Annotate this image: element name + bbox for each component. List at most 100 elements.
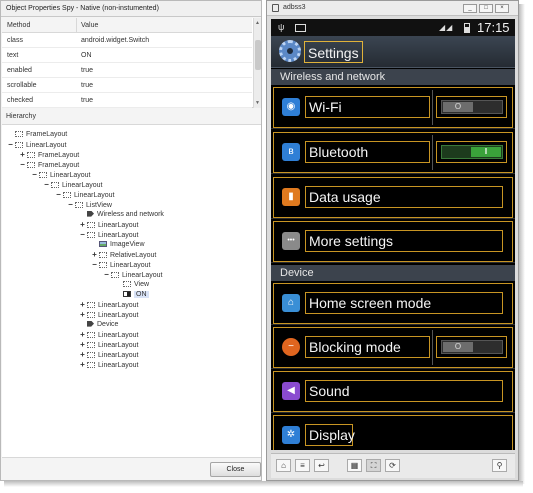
tree-node[interactable]: Device [79,320,118,330]
property-row[interactable]: class android.widget.Switch [2,33,252,48]
expand-icon[interactable]: + [79,340,86,350]
collapse-icon[interactable]: − [67,200,74,210]
scroll-up-icon[interactable]: ▲ [255,20,260,26]
settings-item-display[interactable]: ✲ Display [271,414,515,450]
status-time: 17:15 [477,20,510,35]
device-window-titlebar: adbss3 _ □ × [267,1,518,16]
settings-item-more-settings[interactable]: ••• More settings [271,220,515,263]
scroll-down-icon[interactable]: ▼ [255,100,260,106]
tree-node[interactable]: + LinearLayout [79,300,138,310]
settings-item-bluetooth[interactable]: ʙ Bluetooth I [271,131,515,174]
blocking-mode-toggle[interactable]: O [436,336,507,358]
expand-icon[interactable]: + [79,330,86,340]
property-row[interactable]: text ON [2,48,252,63]
section-header-wireless: Wireless and network [271,69,515,85]
tree-node[interactable]: − FrameLayout [19,160,79,170]
collapse-icon[interactable]: − [79,230,86,240]
settings-item-sound[interactable]: ◀ Sound [271,370,515,413]
bluetooth-toggle[interactable]: I [436,141,507,163]
battery-icon [464,23,470,33]
phone-app-icon [272,4,279,12]
tree-node-selected[interactable]: ON [115,290,149,300]
settings-gear-icon[interactable] [279,40,301,62]
layout-icon [27,151,35,158]
tree-node[interactable]: + FrameLayout [19,150,79,160]
tree-node[interactable]: + LinearLayout [79,360,138,370]
value-column-header[interactable]: Value [81,22,98,29]
layout-icon [75,201,83,208]
tree-node[interactable]: − LinearLayout [55,190,114,200]
action-bar-title: Settings [304,41,363,63]
tree-node[interactable]: + LinearLayout [79,220,138,230]
spy-icon[interactable]: ⚲ [492,459,507,472]
layout-icon [87,331,95,338]
tree-node[interactable]: + LinearLayout [79,330,138,340]
property-row[interactable]: checked true [2,93,252,108]
tree-node[interactable]: − ListView [67,200,112,210]
spy-title: Object Properties Spy - Native (non-inst… [1,1,261,17]
wifi-toggle[interactable]: O [436,96,507,118]
collapse-icon[interactable]: − [103,270,110,280]
tree-node[interactable]: − LinearLayout [103,270,162,280]
tree-node[interactable]: + LinearLayout [79,340,138,350]
minimize-icon[interactable]: _ [463,4,477,13]
settings-item-label: Wi-Fi [305,96,430,118]
expand-icon[interactable]: + [79,300,86,310]
switch-icon [123,290,131,297]
fit-screen-icon[interactable]: ⛶ [366,459,381,472]
properties-scrollbar[interactable]: ▲ ▼ [253,18,261,108]
tree-node[interactable]: FrameLayout [7,130,67,140]
tree-node[interactable]: + LinearLayout [79,350,138,360]
tree-node[interactable]: − LinearLayout [79,230,138,240]
tree-node[interactable]: − LinearLayout [91,260,150,270]
collapse-icon[interactable]: − [19,160,26,170]
menu-nav-icon[interactable]: ≡ [295,459,310,472]
property-method: scrollable [7,82,37,89]
home-nav-icon[interactable]: ⌂ [276,459,291,472]
collapse-icon[interactable]: − [31,170,38,180]
tree-node[interactable]: − LinearLayout [31,170,90,180]
expand-icon[interactable]: + [79,350,86,360]
screen-icon[interactable]: ▦ [347,459,362,472]
back-nav-icon[interactable]: ↩ [314,459,329,472]
action-bar: Settings [271,36,515,68]
refresh-icon[interactable]: ⟳ [385,459,400,472]
maximize-icon[interactable]: □ [479,4,493,13]
settings-item-blocking-mode[interactable]: − Blocking mode O [271,326,515,369]
blocking-icon: − [282,338,300,356]
settings-item-label: Blocking mode [305,336,430,358]
tree-node[interactable]: ImageView [91,240,145,250]
tree-node[interactable]: + RelativeLayout [91,250,156,260]
tree-node[interactable]: View [115,280,149,290]
tree-node[interactable]: + LinearLayout [79,310,138,320]
collapse-icon[interactable]: − [43,180,50,190]
collapse-icon[interactable]: − [55,190,62,200]
expand-icon[interactable]: + [91,250,98,260]
property-value: true [81,67,94,74]
property-row[interactable]: scrollable true [2,78,252,93]
tree-node[interactable]: − LinearLayout [7,140,66,150]
tree-node[interactable]: − LinearLayout [43,180,102,190]
mail-icon [295,24,306,32]
settings-item-data-usage[interactable]: ▮ Data usage [271,176,515,219]
property-row[interactable]: enabled true [2,63,252,78]
layout-icon [99,261,107,268]
tree-node[interactable]: Wireless and network [79,210,164,220]
layout-icon [87,221,95,228]
settings-item-wifi[interactable]: ◉ Wi-Fi O [271,86,515,129]
collapse-icon[interactable]: − [91,260,98,270]
expand-icon[interactable]: + [79,360,86,370]
expand-icon[interactable]: + [19,150,26,160]
expand-icon[interactable]: + [79,220,86,230]
expand-icon[interactable]: + [79,310,86,320]
device-screen: ψ ◢◢ 17:15 Settings Wireless and network… [271,19,515,450]
collapse-icon[interactable]: − [7,140,14,150]
status-bar: ψ ◢◢ 17:15 [271,19,515,36]
close-window-icon[interactable]: × [495,4,509,13]
layout-icon [87,301,95,308]
settings-item-home-screen-mode[interactable]: ⌂ Home screen mode [271,282,515,325]
scroll-thumb[interactable] [255,40,261,70]
method-column-header[interactable]: Method [7,22,30,29]
close-button[interactable]: Close [210,462,261,477]
properties-header: Method Value [2,18,252,33]
